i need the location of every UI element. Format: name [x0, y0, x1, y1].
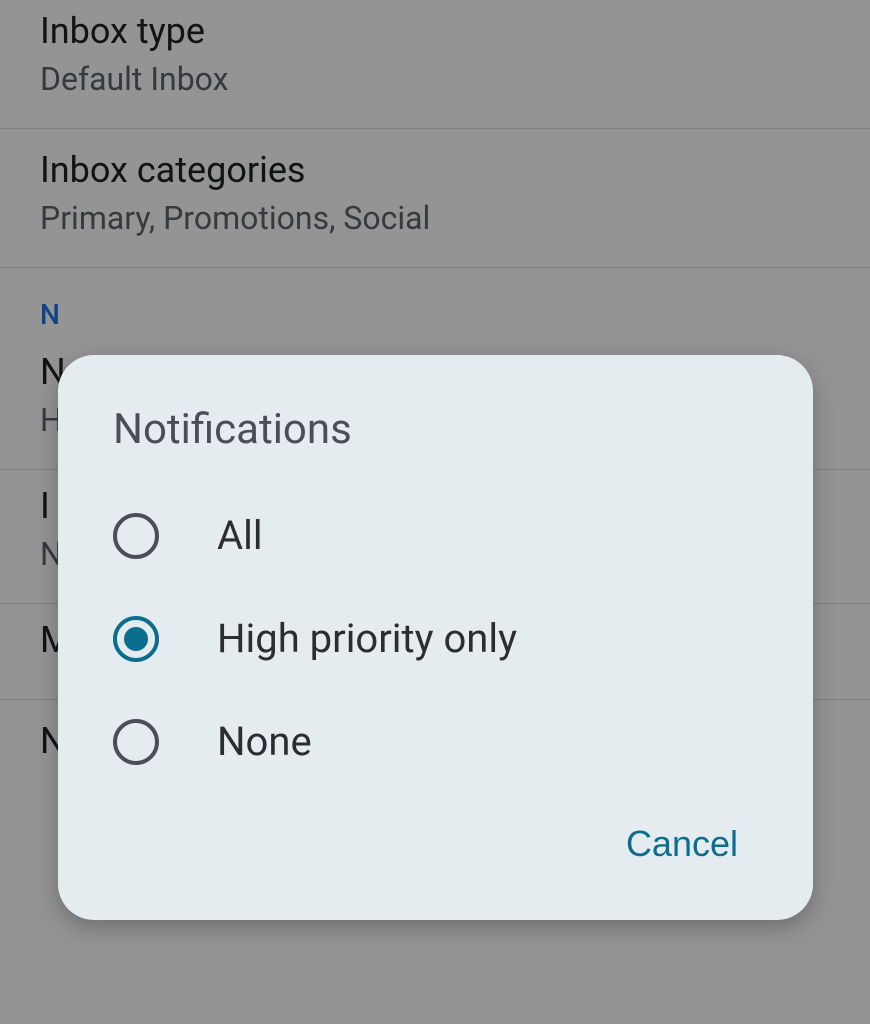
notifications-dialog: Notifications All High priority only Non…	[58, 355, 813, 920]
radio-icon	[113, 719, 159, 765]
radio-label: All	[217, 512, 263, 559]
radio-option-high-priority[interactable]: High priority only	[58, 587, 813, 690]
radio-icon	[113, 513, 159, 559]
radio-option-none[interactable]: None	[58, 690, 813, 793]
modal-overlay[interactable]: Notifications All High priority only Non…	[0, 0, 870, 1024]
dialog-title: Notifications	[58, 405, 813, 484]
radio-icon-selected	[113, 616, 159, 662]
radio-option-all[interactable]: All	[58, 484, 813, 587]
radio-label: None	[217, 718, 312, 765]
dialog-actions: Cancel	[58, 793, 813, 890]
radio-label: High priority only	[217, 615, 517, 662]
cancel-button[interactable]: Cancel	[606, 813, 758, 875]
